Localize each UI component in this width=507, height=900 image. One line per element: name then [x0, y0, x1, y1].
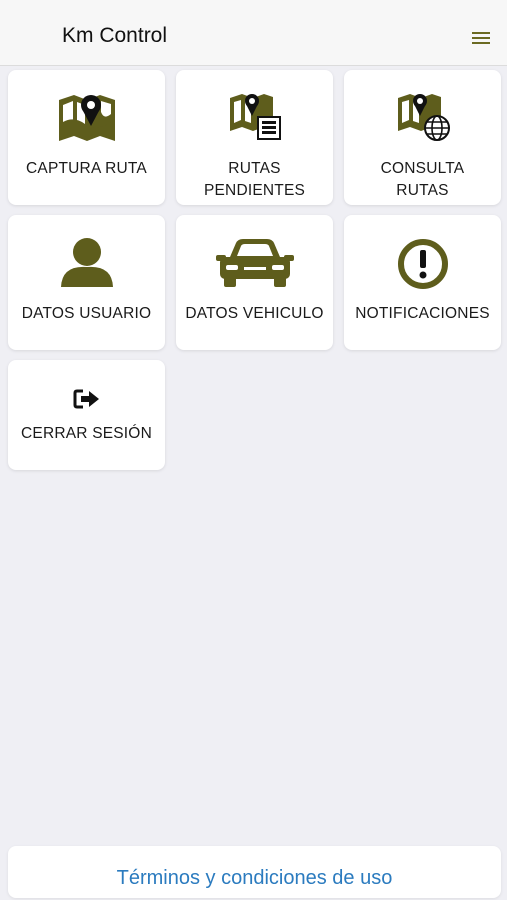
- tile-captura-ruta[interactable]: CAPTURA RUTA: [8, 70, 165, 205]
- exclamation-circle-icon: [344, 237, 501, 291]
- sign-out-icon: [8, 388, 165, 410]
- tile-consulta-rutas[interactable]: CONSULTA RUTAS: [344, 70, 501, 205]
- tile-label: RUTAS PENDIENTES: [203, 160, 306, 199]
- tile-datos-usuario[interactable]: DATOS USUARIO: [8, 215, 165, 350]
- page-title: Km Control: [62, 24, 168, 47]
- tile-label: CONSULTA RUTAS: [380, 160, 465, 199]
- map-list-icon: [176, 90, 333, 144]
- map-pin-icon: [8, 92, 165, 144]
- tile-label: DATOS VEHICULO: [185, 305, 324, 322]
- map-globe-icon: [344, 90, 501, 144]
- hamburger-menu-icon[interactable]: [470, 30, 492, 46]
- tile-cerrar-sesion[interactable]: CERRAR SESIÓN: [8, 360, 165, 470]
- tile-label: DATOS USUARIO: [21, 305, 152, 322]
- app-header: Km Control: [0, 0, 507, 66]
- tile-datos-vehiculo[interactable]: DATOS VEHICULO: [176, 215, 333, 350]
- tile-label: CAPTURA RUTA: [26, 160, 147, 177]
- user-icon: [8, 237, 165, 289]
- tile-notificaciones[interactable]: NOTIFICACIONES: [344, 215, 501, 350]
- tile-label: CERRAR SESIÓN: [21, 425, 152, 442]
- tile-label: NOTIFICACIONES: [355, 305, 490, 322]
- tile-rutas-pendientes[interactable]: RUTAS PENDIENTES: [176, 70, 333, 205]
- footer-bar: Términos y condiciones de uso: [8, 846, 501, 898]
- terms-link[interactable]: Términos y condiciones de uso: [8, 867, 501, 890]
- car-icon: [176, 237, 333, 289]
